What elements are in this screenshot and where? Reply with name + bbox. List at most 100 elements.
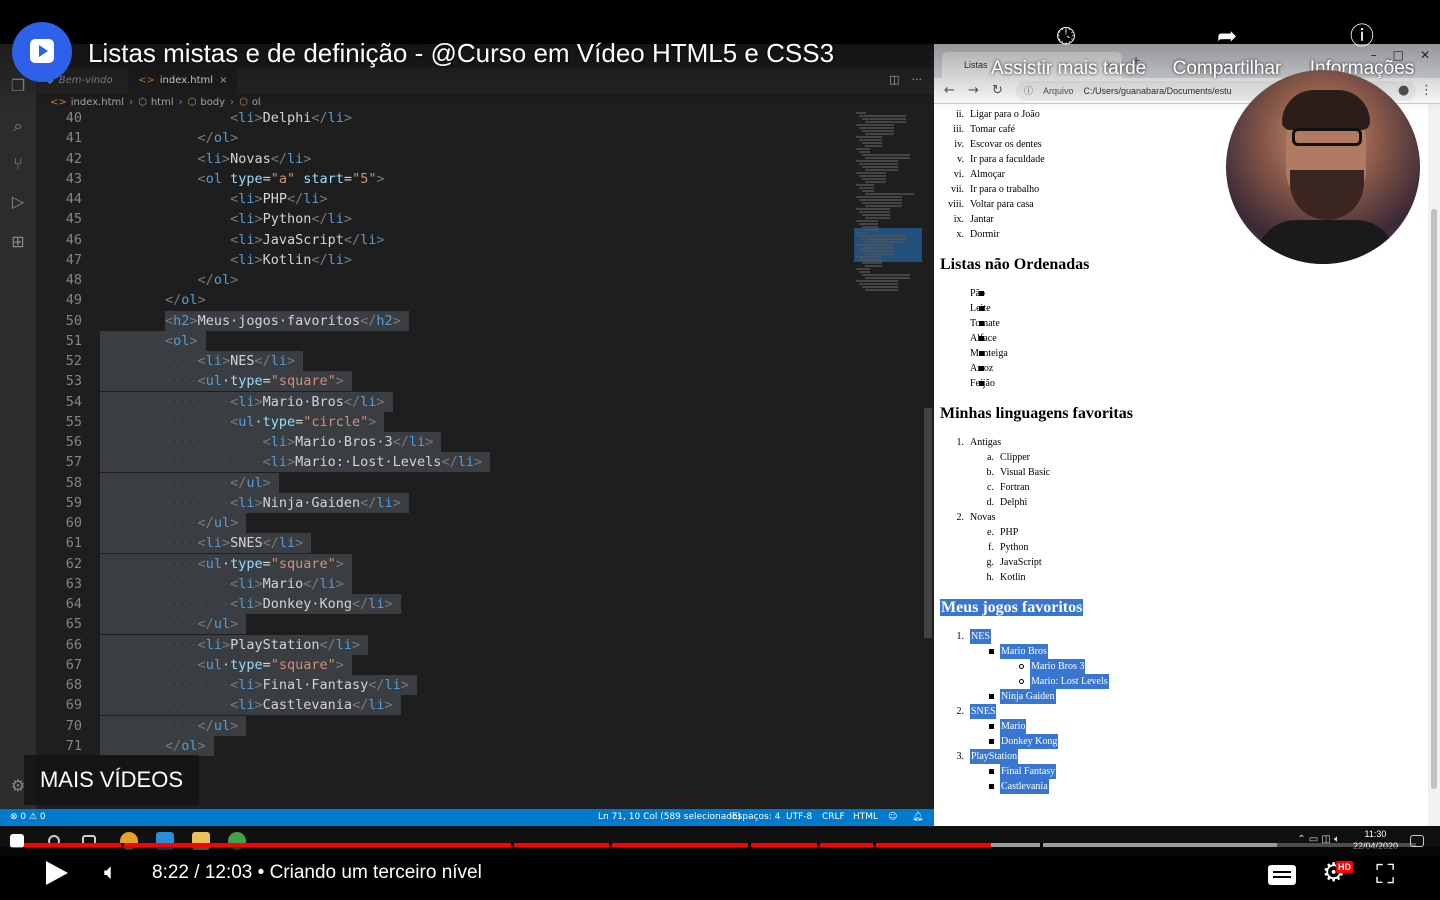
language-mode-status[interactable]: HTML bbox=[853, 809, 878, 826]
minimap-line bbox=[859, 139, 882, 141]
cursor-position-status[interactable]: Ln 71, 10 Col (589 selecionado) bbox=[598, 809, 741, 826]
list-item-text: Kotlin bbox=[1000, 572, 1026, 583]
code-line[interactable]: 49 </ol> bbox=[36, 290, 854, 310]
code-line[interactable]: 46 <li>JavaScript</li> bbox=[36, 230, 854, 250]
run-debug-icon[interactable]: ▷ bbox=[8, 192, 28, 212]
watch-later-button[interactable]: 🕓︎ Assistir mais tarde bbox=[991, 20, 1146, 80]
minimap-line bbox=[859, 235, 906, 237]
square-bullet-icon bbox=[964, 779, 994, 794]
code-line[interactable]: 50 <h2>Meus·jogos·favoritos</h2> bbox=[36, 310, 854, 331]
minimap-line bbox=[862, 190, 874, 192]
list-item-text: Clipper bbox=[1000, 452, 1030, 463]
youtube-watermark-icon[interactable] bbox=[1378, 796, 1414, 820]
breadcrumb-item[interactable]: index.html bbox=[71, 97, 124, 108]
list-item-text: Python bbox=[1000, 542, 1029, 553]
code-editor[interactable]: 40 <li>Delphi</li> 41 </ol> 42 <li>Novas</… bbox=[36, 108, 854, 808]
code-line[interactable]: 51 <ol> bbox=[36, 330, 854, 351]
code-line[interactable]: 45 <li>Python</li> bbox=[36, 209, 854, 229]
minimap-line bbox=[859, 127, 894, 129]
line-number: 64 bbox=[65, 596, 82, 612]
code-line[interactable]: 41 </ol> bbox=[36, 128, 854, 148]
breadcrumb-item[interactable]: html bbox=[151, 97, 174, 108]
code-line[interactable]: 40 <li>Delphi</li> bbox=[36, 108, 854, 128]
clock-time: 11:30 bbox=[1364, 829, 1387, 839]
circle-bullet-icon bbox=[994, 674, 1024, 689]
code-line[interactable]: 70 ····</ul> bbox=[36, 715, 854, 736]
list-item-text: Feijão bbox=[970, 378, 995, 389]
split-editor-icon[interactable]: ◫ bbox=[889, 73, 899, 86]
notifications-bell-icon[interactable]: 🔔︎ bbox=[912, 809, 923, 826]
code-line[interactable]: 60 ····</ul> bbox=[36, 513, 854, 533]
breadcrumb-item[interactable]: ol bbox=[252, 97, 261, 108]
more-actions-icon[interactable]: ··· bbox=[912, 73, 923, 86]
code-line[interactable]: 65 ····</ul> bbox=[36, 614, 854, 635]
profile-icon[interactable]: ● bbox=[1398, 83, 1409, 98]
encoding-status[interactable]: UTF-8 bbox=[786, 809, 812, 826]
code-line[interactable]: 68 ········<li>Final·Fantasy</li> bbox=[36, 675, 854, 695]
explorer-icon[interactable]: ❐ bbox=[8, 76, 28, 96]
indentation-status[interactable]: Espaços: 4 bbox=[732, 809, 780, 826]
back-icon[interactable]: ← bbox=[944, 83, 955, 98]
code-line[interactable]: 55 ········<ul·type="circle"> bbox=[36, 411, 854, 432]
code-text: <ol type="a" start="5"> bbox=[197, 170, 385, 187]
code-line[interactable]: 58 ········</ul> bbox=[36, 472, 854, 493]
square-bullet-icon bbox=[964, 764, 994, 779]
play-icon[interactable] bbox=[46, 861, 68, 885]
minimap-line bbox=[862, 118, 906, 120]
channel-logo[interactable] bbox=[12, 22, 72, 82]
forward-icon[interactable]: → bbox=[968, 83, 979, 98]
minimap-line bbox=[856, 220, 878, 222]
video-title[interactable]: Listas mistas e de definição - @Curso em… bbox=[88, 38, 834, 69]
code-line[interactable]: 71 </ol> bbox=[36, 735, 854, 756]
list-item-text: JavaScript bbox=[1000, 557, 1042, 568]
line-number: 52 bbox=[65, 353, 82, 369]
windows-start-icon[interactable] bbox=[10, 834, 24, 848]
list-item-text: Ir para o trabalho bbox=[970, 184, 1040, 195]
volume-icon[interactable]: 🔈︎ bbox=[104, 860, 117, 885]
code-line[interactable]: 47 <li>Kotlin</li> bbox=[36, 250, 854, 270]
code-line[interactable]: 62 ····<ul·type="square"> bbox=[36, 553, 854, 574]
code-line[interactable]: 59 ········<li>Ninja·Gaiden</li> bbox=[36, 492, 854, 513]
more-videos-button[interactable]: MAIS VÍDEOS bbox=[24, 755, 199, 805]
list-item-text: Final Fantasy bbox=[1000, 764, 1057, 779]
code-line[interactable]: 56 ············<li>Mario·Bros·3</li> bbox=[36, 432, 854, 452]
extensions-icon[interactable]: ⊞ bbox=[8, 232, 28, 252]
time-and-chapter[interactable]: 8:22 / 12:03 • Criando um terceiro nível bbox=[152, 862, 482, 884]
scrollbar-thumb[interactable] bbox=[1431, 209, 1437, 789]
subtitles-icon[interactable] bbox=[1268, 865, 1296, 885]
presenter-glasses bbox=[1292, 128, 1362, 146]
code-line[interactable]: 48 </ol> bbox=[36, 270, 854, 290]
code-line[interactable]: 53 ····<ul·type="square"> bbox=[36, 371, 854, 392]
code-line[interactable]: 67 ····<ul·type="square"> bbox=[36, 654, 854, 675]
problems-status[interactable]: ⊗ 0 ⚠ 0 bbox=[10, 809, 46, 826]
editor-scrollbar[interactable] bbox=[922, 108, 934, 808]
exit-fullscreen-icon[interactable]: ⛶ bbox=[1376, 860, 1394, 891]
scrollbar-thumb[interactable] bbox=[924, 408, 932, 638]
reload-icon[interactable]: ↻ bbox=[992, 83, 1003, 98]
code-line[interactable]: 57 ············<li>Mario:·Lost·Levels</l… bbox=[36, 452, 854, 473]
share-button[interactable]: ➦ Compartilhar bbox=[1152, 20, 1302, 80]
code-line[interactable]: 63 ········<li>Mario</li> bbox=[36, 573, 854, 594]
breadcrumb-item[interactable]: body bbox=[200, 97, 225, 108]
code-line[interactable]: 61 ····<li>SNES</li> bbox=[36, 533, 854, 554]
code-line[interactable]: 64 ········<li>Donkey·Kong</li> bbox=[36, 594, 854, 614]
minimap[interactable] bbox=[854, 108, 922, 808]
code-line[interactable]: 54 ········<li>Mario·Bros</li> bbox=[36, 391, 854, 412]
tab-index-html[interactable]: <> index.html × bbox=[128, 68, 238, 94]
search-icon[interactable]: ⌕ bbox=[8, 116, 28, 136]
close-tab-icon[interactable]: × bbox=[219, 75, 227, 86]
page-scrollbar[interactable] bbox=[1428, 104, 1440, 826]
info-icon[interactable]: ⓘ bbox=[1024, 86, 1033, 96]
code-line[interactable]: 44 <li>PHP</li> bbox=[36, 189, 854, 209]
code-line[interactable]: 42 <li>Novas</li> bbox=[36, 149, 854, 169]
code-line[interactable]: 69 ········<li>Castlevania</li> bbox=[36, 695, 854, 716]
source-control-icon[interactable]: ⑂ bbox=[8, 154, 28, 174]
code-line[interactable]: 43 <ol type="a" start="5"> bbox=[36, 169, 854, 189]
line-number: 48 bbox=[65, 272, 82, 288]
eol-status[interactable]: CRLF bbox=[822, 809, 845, 826]
browser-menu-icon[interactable]: ⋮ bbox=[1420, 83, 1433, 98]
minimap-line bbox=[859, 259, 882, 261]
code-line[interactable]: 52 ····<li>NES</li> bbox=[36, 351, 854, 371]
code-line[interactable]: 66 ····<li>PlayStation</li> bbox=[36, 634, 854, 655]
feedback-icon[interactable]: ☺ bbox=[888, 809, 897, 826]
